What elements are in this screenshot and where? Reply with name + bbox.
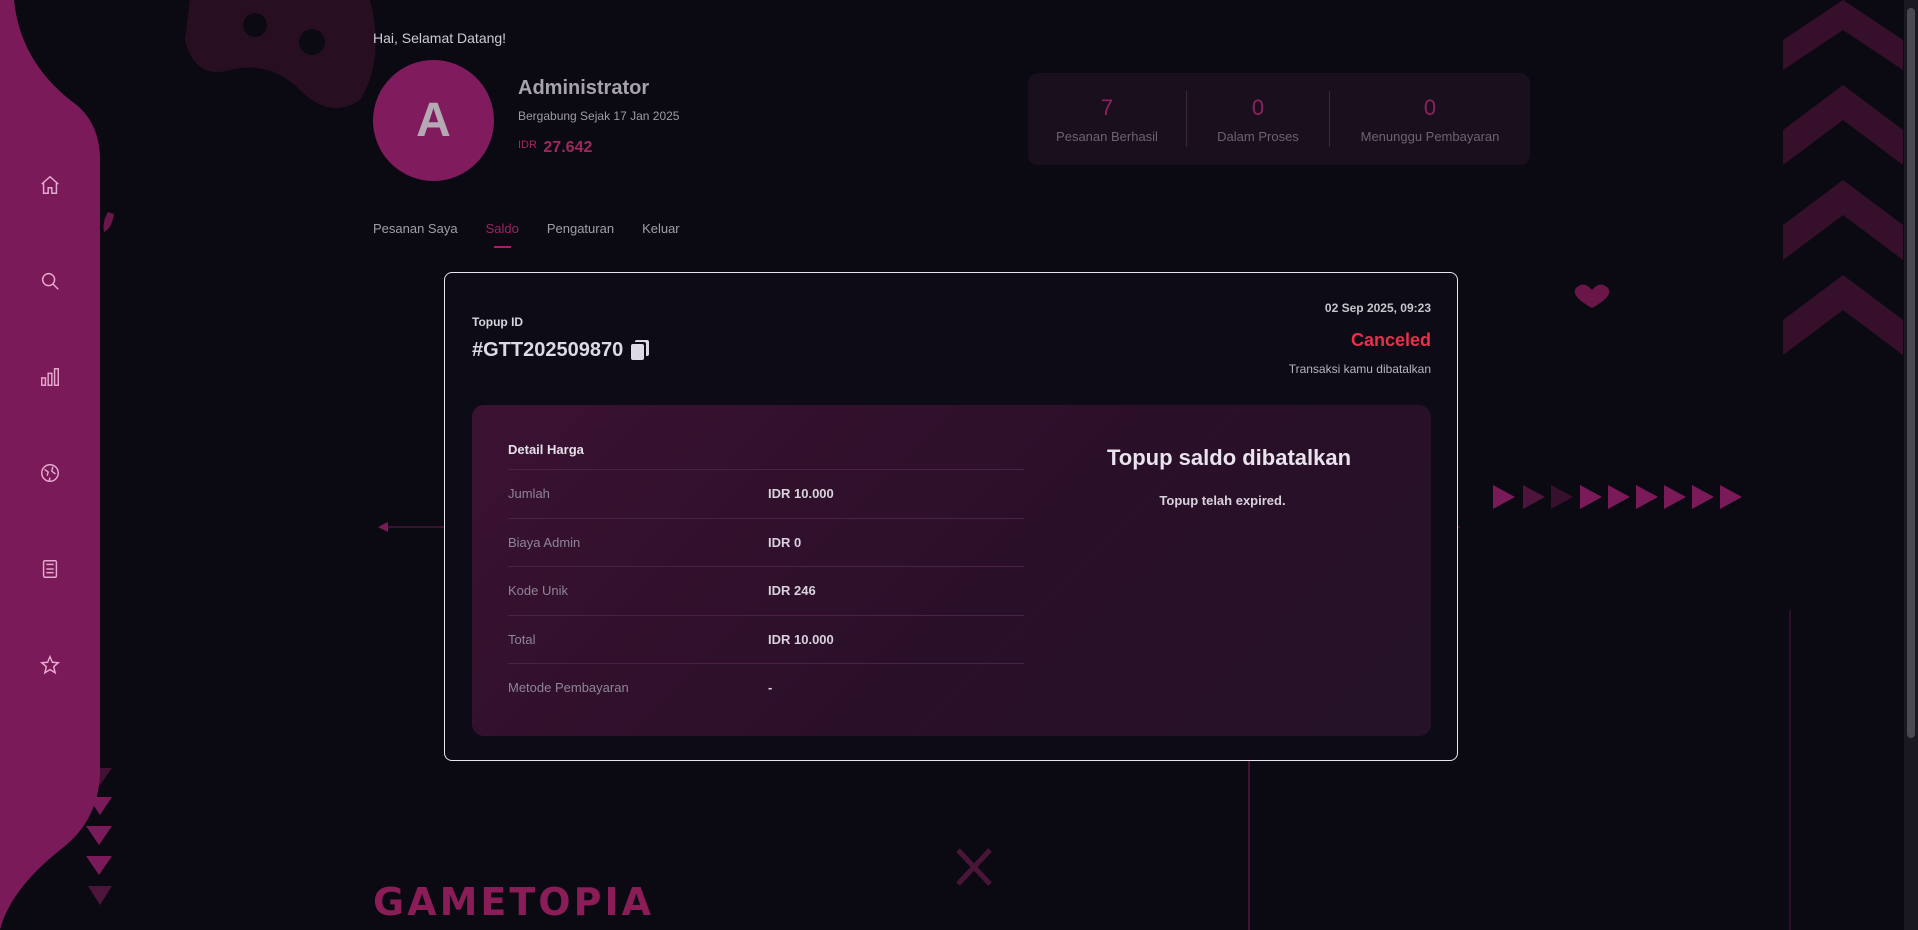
result-description: Topup telah expired. bbox=[1159, 493, 1286, 508]
copy-icon[interactable] bbox=[631, 339, 651, 362]
avatar-letter: A bbox=[416, 94, 451, 147]
stat-label: Pesanan Berhasil bbox=[1056, 128, 1158, 144]
stat-label: Dalam Proses bbox=[1217, 128, 1299, 144]
profile-tabs: Pesanan Saya Saldo Pengaturan Keluar bbox=[373, 221, 708, 248]
detail-row-total: Total IDR 10.000 bbox=[508, 614, 1024, 664]
stat-value: 0 bbox=[1423, 94, 1437, 120]
sidebar-nav bbox=[0, 170, 100, 746]
tab-pesanan-saya[interactable]: Pesanan Saya bbox=[373, 221, 458, 236]
balance-currency: IDR bbox=[518, 139, 537, 151]
balance: IDR 27.642 bbox=[518, 139, 592, 157]
scrollbar-track[interactable] bbox=[1904, 0, 1918, 930]
topup-id: #GTT202509870 bbox=[472, 339, 651, 362]
tab-keluar[interactable]: Keluar bbox=[642, 221, 680, 236]
balance-amount: 27.642 bbox=[543, 139, 593, 156]
topup-detail-modal: Topup ID #GTT202509870 02 Sep 2025, 09:2… bbox=[444, 272, 1458, 761]
search-icon[interactable] bbox=[35, 266, 65, 296]
topup-id-value: #GTT202509870 bbox=[472, 339, 624, 361]
detail-row-kode-unik: Kode Unik IDR 246 bbox=[508, 566, 1024, 615]
detail-label: Metode Pembayaran bbox=[508, 680, 629, 696]
detail-row-metode-pembayaran: Metode Pembayaran - bbox=[508, 663, 1024, 712]
price-detail-panel: Detail Harga Jumlah IDR 10.000 Biaya Adm… bbox=[472, 405, 1431, 736]
detail-rows: Jumlah IDR 10.000 Biaya Admin IDR 0 Kode… bbox=[508, 469, 1024, 712]
detail-label: Kode Unik bbox=[508, 583, 568, 599]
topup-date: 02 Sep 2025, 09:23 bbox=[1324, 301, 1431, 315]
detail-title: Detail Harga bbox=[508, 442, 584, 457]
stat-awaiting-payment: 0 Menunggu Pembayaran bbox=[1330, 91, 1530, 147]
detail-value: IDR 246 bbox=[768, 583, 816, 599]
star-icon[interactable] bbox=[35, 650, 65, 680]
scrollbar-thumb[interactable] bbox=[1907, 8, 1915, 738]
detail-label: Biaya Admin bbox=[508, 534, 581, 550]
stat-success: 7 Pesanan Berhasil bbox=[1028, 91, 1186, 147]
user-name: Administrator bbox=[518, 77, 650, 99]
detail-value: IDR 10.000 bbox=[768, 486, 834, 502]
calculator-icon[interactable] bbox=[35, 554, 65, 584]
detail-value: - bbox=[768, 680, 773, 696]
detail-label: Total bbox=[508, 631, 536, 647]
topup-id-label: Topup ID bbox=[472, 315, 524, 329]
greeting: Hai, Selamat Datang! bbox=[373, 30, 507, 46]
detail-row-biaya-admin: Biaya Admin IDR 0 bbox=[508, 517, 1024, 567]
stat-label: Menunggu Pembayaran bbox=[1360, 128, 1500, 144]
globe-icon[interactable] bbox=[35, 458, 65, 488]
gametopia-logo[interactable]: GAMETOPIA bbox=[373, 880, 654, 924]
status-description: Transaksi kamu dibatalkan bbox=[1288, 362, 1431, 376]
detail-label: Jumlah bbox=[508, 486, 550, 502]
stat-value: 0 bbox=[1251, 94, 1265, 120]
bar-chart-icon[interactable] bbox=[35, 362, 65, 392]
tab-pengaturan[interactable]: Pengaturan bbox=[547, 221, 614, 236]
stat-in-progress: 0 Dalam Proses bbox=[1187, 91, 1329, 147]
join-date: Bergabung Sejak 17 Jan 2025 bbox=[518, 109, 680, 123]
status-badge: Canceled bbox=[1350, 330, 1431, 350]
order-stats: 7 Pesanan Berhasil 0 Dalam Proses 0 Menu… bbox=[1028, 73, 1530, 165]
avatar: A bbox=[373, 60, 494, 181]
result-title: Topup saldo dibatalkan bbox=[1107, 445, 1352, 470]
stat-value: 7 bbox=[1100, 94, 1114, 120]
home-icon[interactable] bbox=[35, 170, 65, 200]
detail-value: IDR 0 bbox=[768, 534, 802, 550]
tab-saldo[interactable]: Saldo bbox=[486, 221, 519, 248]
detail-value: IDR 10.000 bbox=[768, 631, 834, 647]
detail-row-jumlah: Jumlah IDR 10.000 bbox=[508, 469, 1024, 518]
